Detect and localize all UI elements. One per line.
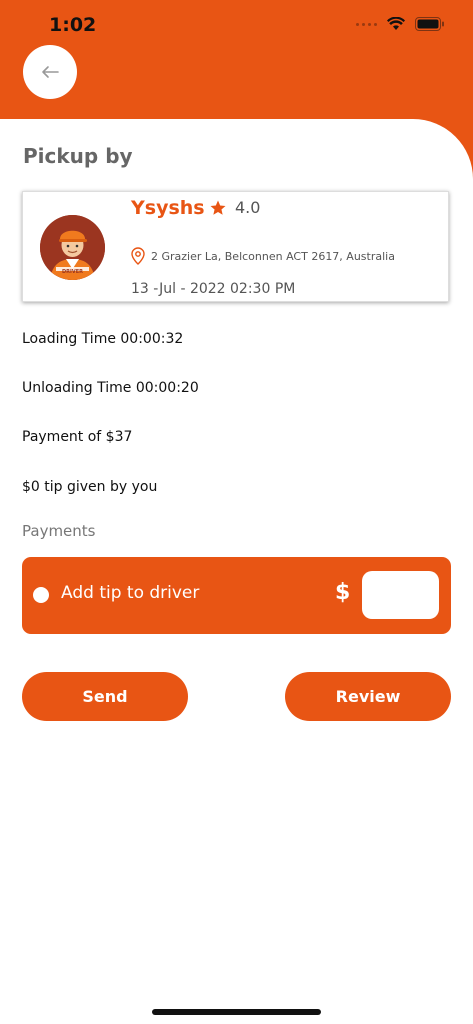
currency-symbol: $: [335, 580, 351, 605]
signal-icon: [356, 22, 377, 26]
back-button[interactable]: [23, 45, 77, 99]
status-icons: [356, 17, 445, 31]
payment-amount: Payment of $37: [22, 429, 133, 445]
unloading-time: Unloading Time 00:00:20: [22, 380, 199, 396]
star-icon: [210, 200, 226, 215]
driver-address: 2 Grazier La, Belconnen ACT 2617, Austra…: [131, 247, 395, 265]
add-tip-radio[interactable]: [33, 587, 49, 603]
avatar-caption: DRIVER: [62, 269, 83, 275]
driver-name: Ysyshs: [131, 197, 205, 219]
address-text: 2 Grazier La, Belconnen ACT 2617, Austra…: [151, 249, 395, 263]
driver-rating: 4.0: [209, 198, 260, 217]
loading-time: Loading Time 00:00:32: [22, 331, 184, 347]
add-tip-label[interactable]: Add tip to driver: [61, 583, 199, 603]
review-button[interactable]: Review: [285, 672, 451, 721]
battery-icon: [415, 17, 444, 31]
tip-given: $0 tip given by you: [22, 479, 158, 495]
rating-value: 4.0: [235, 198, 261, 217]
location-pin-icon: [131, 247, 145, 265]
home-indicator[interactable]: [152, 1009, 321, 1015]
pickup-datetime: 13 -Jul - 2022 02:30 PM: [131, 281, 296, 297]
wifi-icon: [387, 17, 405, 30]
driver-card[interactable]: DRIVER Ysyshs 4.0 2 Grazier La, Belconne…: [22, 191, 449, 302]
tip-row: Add tip to driver $: [22, 557, 451, 634]
back-arrow-icon: [42, 66, 59, 78]
driver-avatar-illustration: DRIVER: [40, 215, 105, 280]
tip-amount-input[interactable]: [362, 571, 439, 619]
payments-label: Payments: [22, 522, 96, 540]
page-title: Pickup by: [23, 144, 133, 168]
driver-avatar: DRIVER: [40, 215, 105, 280]
status-time: 1:02: [49, 14, 97, 36]
send-button[interactable]: Send: [22, 672, 188, 721]
status-bar: 1:02: [0, 0, 473, 50]
